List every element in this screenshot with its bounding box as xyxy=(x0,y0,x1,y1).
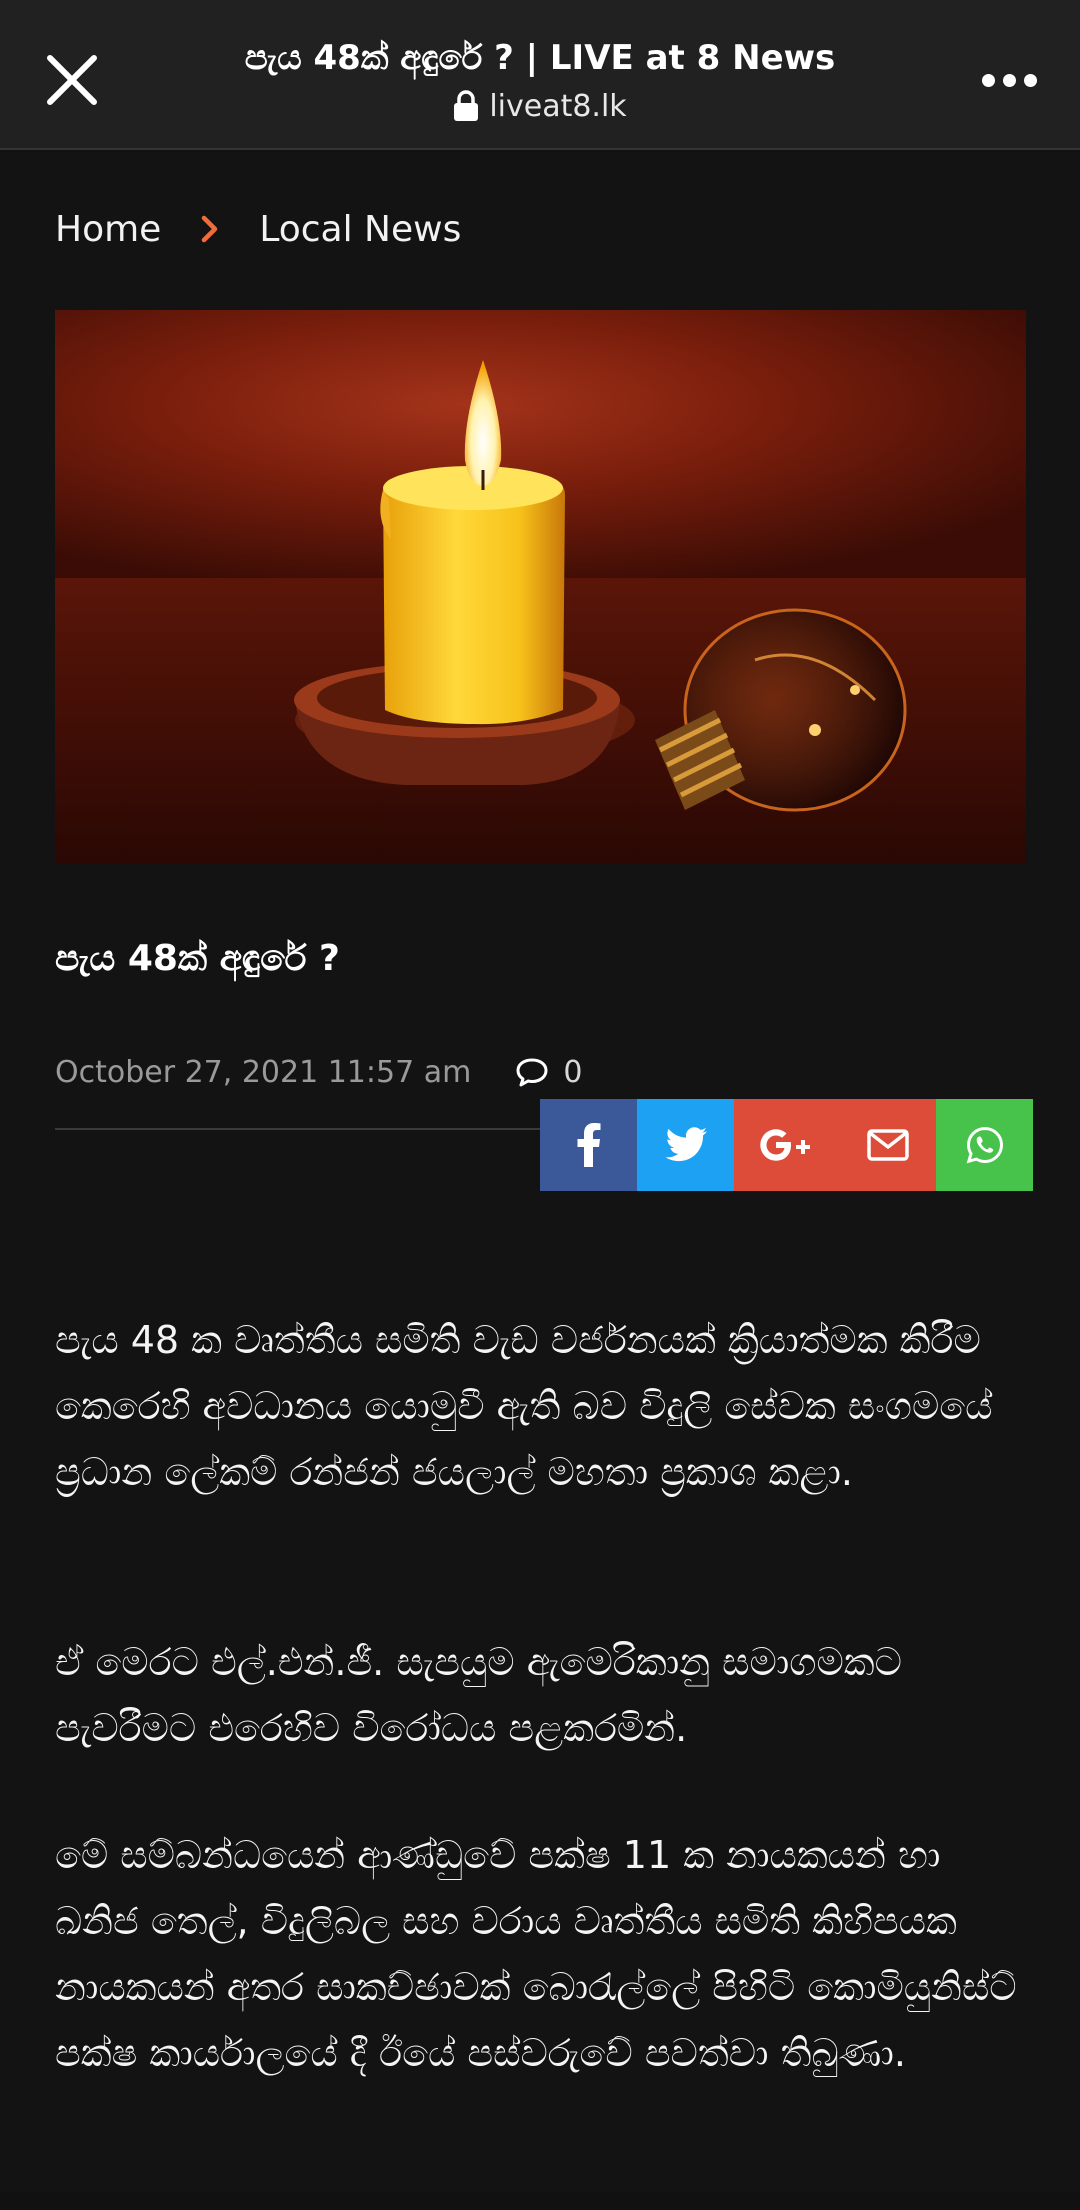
breadcrumb-home-link[interactable]: Home xyxy=(55,209,161,250)
page-title: පැය 48ක් අඳුරේ ? | LIVE at 8 News xyxy=(244,38,836,78)
url-text: liveat8.lk xyxy=(489,88,627,124)
more-icon-dot xyxy=(1023,73,1037,87)
article-hero-image xyxy=(55,310,1026,864)
breadcrumb: Home Local News xyxy=(55,204,461,254)
article-date: October 27, 2021 11:57 am xyxy=(55,1054,472,1090)
article-paragraph: මේ සම්බන්ධයෙන් ආණ්ඩුවේ පක්ෂ 11 ක නායකයන්… xyxy=(55,1833,1017,2075)
browser-toolbar: පැය 48ක් අඳුරේ ? | LIVE at 8 News liveat… xyxy=(0,0,1080,150)
article-paragraph: පැය 48 ක වෘත්තීය සමිති වැඩ වර්ජනයක් ක්‍ර… xyxy=(55,1318,993,1494)
more-icon-dot xyxy=(1002,73,1016,87)
meta-divider xyxy=(55,1128,540,1130)
article-meta: October 27, 2021 11:57 am 0 xyxy=(55,1047,582,1097)
comments-link[interactable]: 0 xyxy=(515,1055,582,1090)
more-options-button[interactable] xyxy=(974,50,1044,110)
share-bar xyxy=(540,1099,1033,1191)
close-icon xyxy=(47,55,97,105)
share-google-plus-button[interactable] xyxy=(734,1099,839,1191)
share-twitter-button[interactable] xyxy=(637,1099,734,1191)
tab-title-area: පැය 48ක් අඳුරේ ? | LIVE at 8 News liveat… xyxy=(150,34,930,128)
lock-icon xyxy=(454,90,479,121)
share-facebook-button[interactable] xyxy=(540,1099,637,1191)
twitter-icon xyxy=(665,1127,707,1162)
close-button[interactable] xyxy=(36,44,108,116)
google-plus-icon xyxy=(759,1129,810,1161)
more-icon xyxy=(981,73,995,87)
comment-icon xyxy=(516,1058,548,1087)
chevron-right-icon xyxy=(201,215,219,243)
page-content: Home Local News පැය 48ක් අඳුරේ ? October… xyxy=(0,152,1080,2192)
email-icon xyxy=(866,1129,909,1161)
article-title: පැය 48ක් අඳුරේ ? xyxy=(55,938,340,979)
share-email-button[interactable] xyxy=(839,1099,936,1191)
article-paragraph: ඒ මෙරට එල්.එන්.ජී. සැපයුම ඇමෙරිකානු සමාග… xyxy=(55,1640,902,1750)
facebook-icon xyxy=(577,1123,600,1167)
url-bar[interactable]: liveat8.lk xyxy=(150,84,930,128)
share-whatsapp-button[interactable] xyxy=(936,1099,1033,1191)
breadcrumb-local-news-link[interactable]: Local News xyxy=(259,209,461,250)
whatsapp-icon xyxy=(966,1126,1003,1164)
comment-count: 0 xyxy=(563,1054,583,1090)
